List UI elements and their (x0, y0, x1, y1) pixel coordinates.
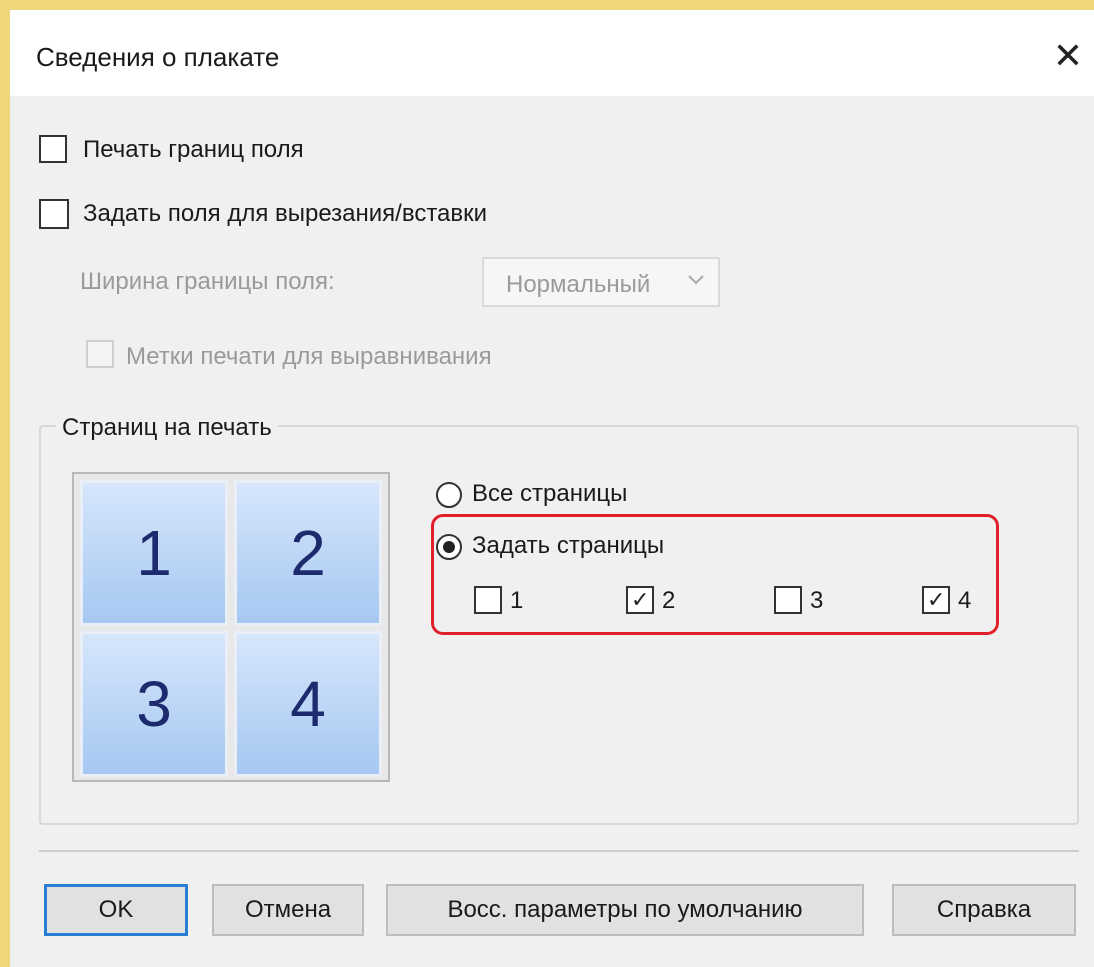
help-button[interactable]: Справка (892, 884, 1076, 936)
restore-defaults-button[interactable]: Восс. параметры по умолчанию (386, 884, 864, 936)
close-button[interactable]: ✕ (1046, 34, 1090, 78)
separator (39, 850, 1079, 852)
page-tile-4: 4 (234, 631, 382, 777)
align-marks-checkbox[interactable] (86, 340, 114, 368)
cancel-button[interactable]: Отмена (212, 884, 364, 936)
page-tile-2: 2 (234, 480, 382, 626)
border-width-select[interactable]: Нормальный (482, 257, 720, 307)
highlight-box (431, 514, 999, 635)
ok-button[interactable]: OK (44, 884, 188, 936)
align-marks-label[interactable]: Метки печати для выравнивания (126, 343, 492, 371)
page-tile-3: 3 (80, 631, 228, 777)
title-bar: Сведения о плакате ✕ (10, 10, 1094, 96)
all-pages-label[interactable]: Все страницы (472, 480, 627, 508)
all-pages-radio[interactable] (436, 482, 462, 508)
print-borders-label[interactable]: Печать границ поля (83, 136, 304, 164)
set-margins-label[interactable]: Задать поля для вырезания/вставки (83, 200, 487, 228)
dialog-title: Сведения о плакате (36, 42, 280, 72)
border-width-label: Ширина границы поля: (80, 268, 335, 295)
close-icon: ✕ (1052, 35, 1084, 76)
set-margins-checkbox[interactable] (39, 199, 69, 229)
border-width-value: Нормальный (506, 271, 651, 298)
page-preview-grid: 1 2 3 4 (72, 472, 390, 782)
print-borders-checkbox[interactable] (39, 135, 67, 163)
pages-to-print-title: Страниц на печать (56, 414, 278, 442)
page-tile-1: 1 (80, 480, 228, 626)
chevron-down-icon (686, 269, 706, 295)
poster-info-dialog: Сведения о плакате ✕ Печать границ поля … (10, 10, 1094, 967)
